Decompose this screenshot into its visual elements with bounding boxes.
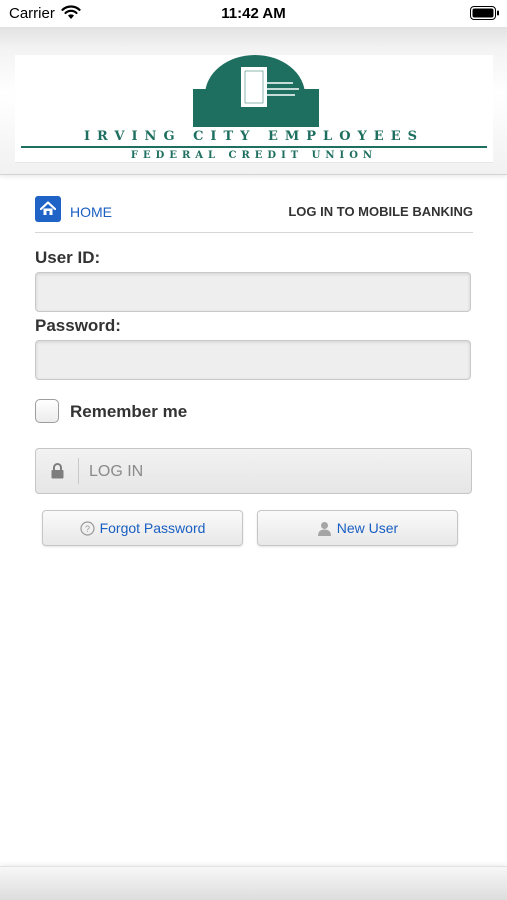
login-button[interactable]: LOG IN [35, 448, 472, 494]
password-input[interactable] [35, 340, 471, 380]
credit-union-logo: IRVING CITY EMPLOYEES FEDERAL CREDIT UNI… [15, 55, 493, 163]
login-label: LOG IN [89, 463, 144, 480]
bottom-toolbar [0, 866, 507, 900]
remember-me-checkbox[interactable] [35, 399, 59, 423]
mobile-banking-screen: Carrier 11:42 AM IRVING CITY EMPLOYEES F… [0, 0, 507, 900]
remember-me-label[interactable]: Remember me [70, 402, 187, 422]
lock-icon [51, 463, 64, 479]
logo-emblem-icon [193, 55, 319, 127]
user-id-label: User ID: [35, 248, 101, 267]
status-bar: Carrier 11:42 AM [0, 0, 507, 27]
svg-text:?: ? [85, 524, 90, 534]
new-user-label: New User [336, 520, 399, 536]
user-id-input[interactable] [35, 272, 471, 312]
home-icon [40, 201, 56, 215]
forgot-password-label: Forgot Password [99, 520, 206, 536]
forgot-password-button[interactable]: ? Forgot Password [42, 510, 243, 546]
user-icon [317, 521, 331, 536]
password-label: Password: [35, 316, 121, 335]
help-icon: ? [79, 520, 95, 536]
logo-rule [21, 146, 487, 148]
page-title: LOG IN TO MOBILE BANKING [288, 204, 473, 219]
home-link[interactable]: HOME [70, 204, 112, 220]
new-user-button[interactable]: New User [257, 510, 458, 546]
app-header: IRVING CITY EMPLOYEES FEDERAL CREDIT UNI… [0, 27, 507, 175]
logo-line-1: IRVING CITY EMPLOYEES [83, 129, 425, 144]
battery-icon [470, 6, 499, 20]
breadcrumb: HOME LOG IN TO MOBILE BANKING [35, 196, 473, 233]
login-divider [78, 458, 79, 484]
home-button[interactable] [35, 196, 61, 222]
logo-line-2: FEDERAL CREDIT UNION [130, 150, 378, 161]
clock: 11:42 AM [221, 5, 286, 22]
